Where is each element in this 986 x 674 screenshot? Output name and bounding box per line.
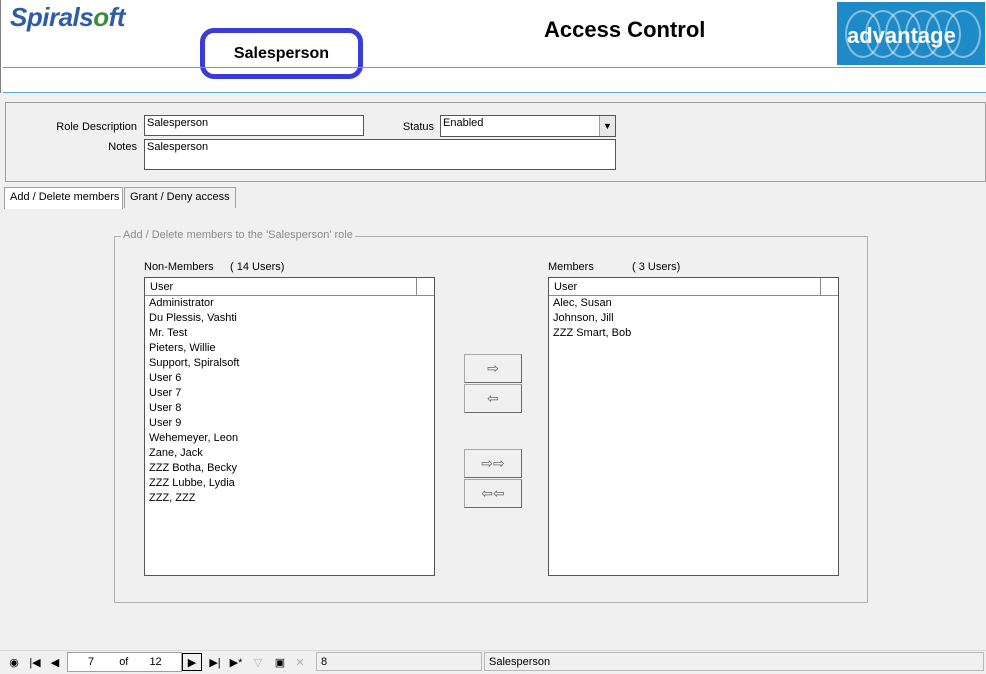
header-divider bbox=[3, 67, 986, 68]
list-header: User bbox=[549, 278, 838, 296]
binoculars-icon[interactable]: ◉ bbox=[4, 653, 24, 671]
arrow-right-icon: ⇨ bbox=[487, 360, 499, 376]
members-count: ( 3 Users) bbox=[632, 261, 681, 273]
chevron-down-icon[interactable]: ▼ bbox=[599, 116, 615, 136]
double-arrow-left-icon: ⇦⇦ bbox=[481, 485, 505, 501]
list-item[interactable]: User 6 bbox=[145, 371, 434, 386]
remove-member-button[interactable]: ⇦ bbox=[464, 384, 522, 413]
status-select-value: Enabled bbox=[443, 117, 484, 129]
column-header-user[interactable]: User bbox=[145, 278, 417, 295]
new-record-icon[interactable]: ▶* bbox=[226, 653, 246, 671]
list-item[interactable]: Du Plessis, Vashti bbox=[145, 311, 434, 326]
list-item[interactable]: Johnson, Jill bbox=[549, 311, 838, 326]
app-header: Spiralsoft Salesperson Access Control ad… bbox=[0, 0, 986, 93]
notes-textarea[interactable]: Salesperson bbox=[144, 139, 616, 170]
header-divider-bottom bbox=[3, 92, 986, 93]
advantage-logo: advantage bbox=[837, 2, 985, 65]
role-description-label: Role Description bbox=[56, 121, 137, 133]
next-record-icon[interactable]: ▶ bbox=[182, 653, 202, 671]
members-caption: Members bbox=[548, 261, 594, 273]
add-all-members-button[interactable]: ⇨⇨ bbox=[464, 449, 522, 478]
role-form-panel: Role Description Salesperson Status Enab… bbox=[5, 102, 986, 182]
non-members-items: Administrator Du Plessis, Vashti Mr. Test P… bbox=[145, 296, 434, 506]
list-item[interactable]: Zane, Jack bbox=[145, 446, 434, 461]
record-of: of bbox=[119, 656, 129, 668]
column-header-user[interactable]: User bbox=[549, 278, 821, 295]
list-item[interactable]: Mr. Test bbox=[145, 326, 434, 341]
current-role-badge: Salesperson bbox=[200, 28, 363, 79]
last-record-icon[interactable]: ▶| bbox=[205, 653, 225, 671]
tab-grant-deny-access[interactable]: Grant / Deny access bbox=[124, 187, 236, 208]
double-arrow-right-icon: ⇨⇨ bbox=[481, 455, 505, 471]
field-value-display: 8 bbox=[316, 652, 482, 671]
list-item[interactable]: Wehemeyer, Leon bbox=[145, 431, 434, 446]
list-item[interactable]: ZZZ Lubbe, Lydia bbox=[145, 476, 434, 491]
list-item[interactable]: User 7 bbox=[145, 386, 434, 401]
prev-record-icon[interactable]: ◀ bbox=[45, 653, 65, 671]
status-label: Status bbox=[402, 121, 434, 133]
list-item[interactable]: ZZZ Botha, Becky bbox=[145, 461, 434, 476]
save-icon[interactable]: ▣ bbox=[270, 653, 290, 671]
status-text: Salesperson bbox=[484, 652, 984, 671]
list-item[interactable]: ZZZ Smart, Bob bbox=[549, 326, 838, 341]
members-items: Alec, Susan Johnson, Jill ZZZ Smart, Bob bbox=[549, 296, 838, 341]
members-list[interactable]: User Alec, Susan Johnson, Jill ZZZ Smart, … bbox=[548, 277, 839, 576]
role-description-input[interactable]: Salesperson bbox=[144, 115, 364, 136]
status-select[interactable]: Enabled ▼ bbox=[440, 115, 616, 137]
record-current: 7 bbox=[88, 656, 95, 668]
arrow-left-icon: ⇦ bbox=[487, 390, 499, 406]
page-title: Access Control bbox=[544, 17, 706, 42]
column-header-spacer bbox=[417, 278, 434, 295]
list-item[interactable]: ZZZ, ZZZ bbox=[145, 491, 434, 506]
list-item[interactable]: Support, Spiralsoft bbox=[145, 356, 434, 371]
list-item[interactable]: Administrator bbox=[145, 296, 434, 311]
tab-add-delete-members[interactable]: Add / Delete members bbox=[4, 187, 123, 209]
list-item[interactable]: User 8 bbox=[145, 401, 434, 416]
non-members-list[interactable]: User Administrator Du Plessis, Vashti Mr. … bbox=[144, 277, 435, 576]
groupbox-legend: Add / Delete members to the 'Salesperson… bbox=[121, 229, 355, 241]
spiralsoft-logo: Spiralsoft bbox=[10, 2, 125, 32]
filter-icon[interactable]: ▽ bbox=[248, 653, 268, 671]
first-record-icon[interactable]: |◀ bbox=[25, 653, 45, 671]
members-groupbox: Add / Delete members to the 'Salesperson… bbox=[114, 229, 868, 603]
delete-icon[interactable]: ✕ bbox=[290, 653, 310, 671]
list-header: User bbox=[145, 278, 434, 296]
list-item[interactable]: Pieters, Willie bbox=[145, 341, 434, 356]
non-members-count: ( 14 Users) bbox=[230, 261, 285, 273]
non-members-caption: Non-Members bbox=[144, 261, 214, 273]
record-navigation-bar: ◉ |◀ ◀ 7 of 12 ▶ ▶| ▶* ▽ ▣ ✕ 8 Salespers… bbox=[0, 650, 986, 672]
record-total: 12 bbox=[149, 656, 162, 668]
list-item[interactable]: Alec, Susan bbox=[549, 296, 838, 311]
notes-label: Notes bbox=[108, 141, 137, 153]
add-member-button[interactable]: ⇨ bbox=[464, 354, 522, 383]
list-item[interactable]: User 9 bbox=[145, 416, 434, 431]
remove-all-members-button[interactable]: ⇦⇦ bbox=[464, 479, 522, 508]
column-header-spacer bbox=[821, 278, 838, 295]
record-counter[interactable]: 7 of 12 bbox=[67, 652, 182, 672]
